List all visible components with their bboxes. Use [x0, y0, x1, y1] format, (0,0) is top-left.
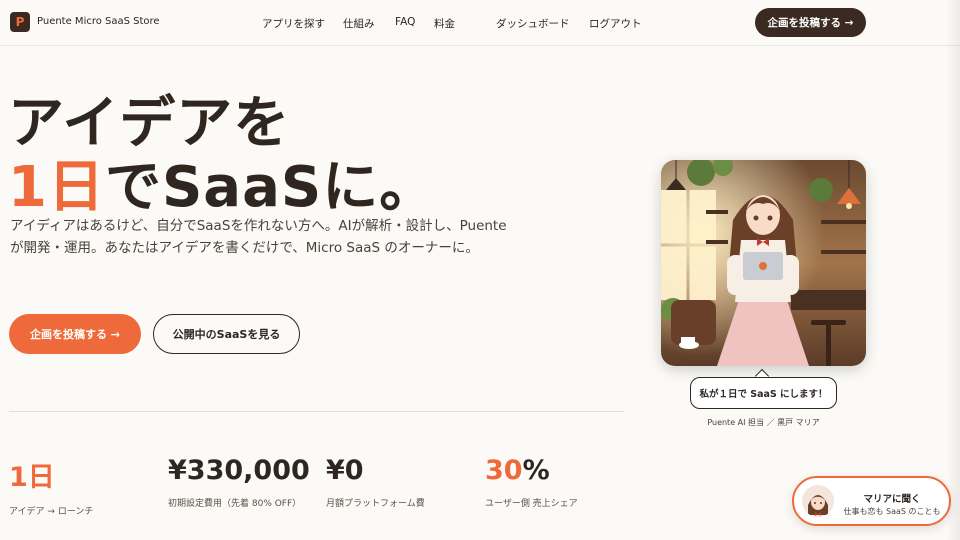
stat-label: ユーザー側 売上シェア	[485, 499, 578, 509]
stat-value: 30%	[485, 455, 550, 486]
chat-title: マリアに聞く	[863, 494, 921, 505]
stat-value: 1日	[9, 462, 55, 493]
chat-subtitle: 仕事も恋も SaaS のことも	[843, 507, 941, 516]
nav-find-apps[interactable]: アプリを探す	[262, 16, 325, 31]
stat-monthly-fee: ¥0 月額プラットフォーム費	[326, 455, 425, 509]
mascot-speech-bubble: 私が１日で SaaS にします！	[690, 377, 837, 409]
mascot-illustration	[661, 160, 866, 366]
divider	[9, 411, 624, 412]
stat-revenue-share: 30% ユーザー側 売上シェア	[485, 455, 578, 509]
post-idea-button[interactable]: 企画を投稿する →	[9, 314, 141, 354]
stat-label: 初期設定費用（先着 80% OFF）	[168, 499, 302, 509]
stat-setup-fee: ¥330,000 初期設定費用（先着 80% OFF）	[168, 455, 310, 509]
brand-name[interactable]: Puente Micro SaaS Store	[37, 16, 160, 27]
stat-label: アイデア → ローンチ	[9, 507, 94, 517]
hero-title-line2: 1日でSaaSに。	[8, 142, 436, 223]
stat-label: 月額プラットフォーム費	[326, 499, 425, 509]
stat-value: ¥330,000	[168, 455, 310, 486]
mascot-caption: Puente AI 担当 ／ 黒戸 マリア	[707, 418, 820, 427]
avatar	[802, 485, 834, 517]
hero-description: アイディアはあるけど、自分でSaaSを作れない方へ。AIが解析・設計し、Puen…	[10, 218, 507, 256]
site-header: P Puente Micro SaaS Store アプリを探す 仕組み FAQ…	[0, 0, 960, 46]
view-saas-button[interactable]: 公開中のSaaSを見る	[153, 314, 300, 354]
nav-dashboard[interactable]: ダッシュボード	[496, 16, 570, 31]
nav-pricing[interactable]: 料金	[434, 16, 455, 31]
ask-maria-chat-button[interactable]: マリアに聞く 仕事も恋も SaaS のことも	[792, 476, 951, 526]
stat-launch: 1日 アイデア → ローンチ	[9, 455, 93, 517]
hero-title-accent: 1日	[8, 155, 105, 220]
stat-value: ¥0	[326, 455, 364, 486]
nav-how-it-works[interactable]: 仕組み	[343, 16, 375, 31]
nav-faq[interactable]: FAQ	[395, 16, 415, 28]
nav-logout[interactable]: ログアウト	[589, 16, 642, 31]
header-post-idea-button[interactable]: 企画を投稿する →	[755, 8, 866, 37]
logo-icon[interactable]: P	[10, 12, 30, 32]
hero-title-rest: でSaaSに。	[104, 155, 437, 220]
scroll-edge	[946, 0, 960, 540]
